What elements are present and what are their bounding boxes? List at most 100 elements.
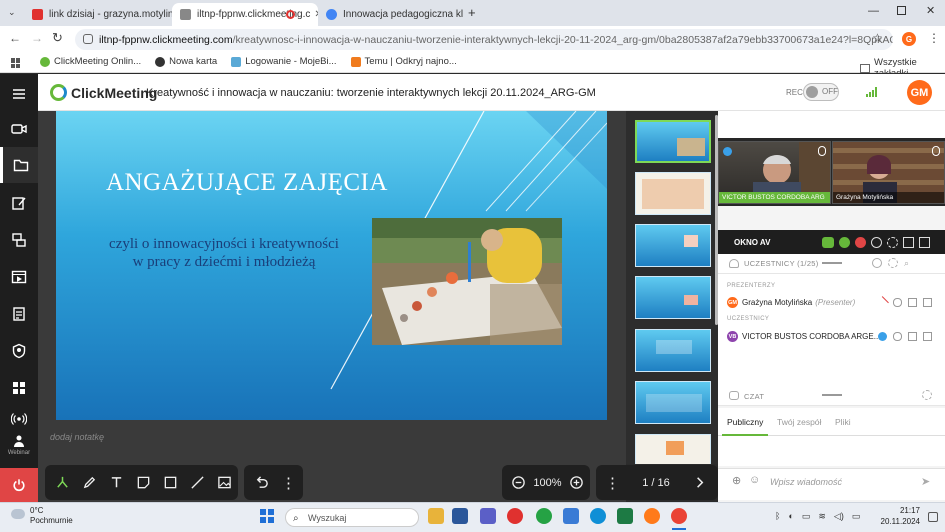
image-tool-icon[interactable] <box>211 469 238 496</box>
windows-start-icon[interactable] <box>260 509 274 523</box>
video-tile-victor[interactable]: VICTOR BUSTOS CORDOBA ARG <box>718 141 831 204</box>
new-tab-icon[interactable]: + <box>468 5 476 20</box>
settings-gear-icon[interactable] <box>887 237 898 248</box>
slide-thumbnail[interactable] <box>635 172 711 215</box>
collapse-handle[interactable] <box>822 262 842 264</box>
profile-avatar[interactable]: G <box>902 32 916 46</box>
teams-icon[interactable] <box>480 508 496 524</box>
minimize-icon[interactable]: — <box>868 5 879 17</box>
edge-icon[interactable] <box>590 508 606 524</box>
chrome-icon[interactable] <box>507 508 523 524</box>
menu-icon[interactable] <box>0 76 38 112</box>
screen-icon[interactable] <box>923 332 932 341</box>
screen-share-icon[interactable] <box>0 222 38 258</box>
text-tool-icon[interactable] <box>103 469 130 496</box>
tray-printer-icon[interactable]: ▭ <box>802 511 811 522</box>
window-close-icon[interactable]: ✕ <box>926 4 935 17</box>
bookmark-temu[interactable]: Temu | Odkryj najno... <box>350 56 457 67</box>
slide-thumbnail[interactable] <box>635 381 711 424</box>
presentation-folder-icon[interactable] <box>0 147 38 183</box>
emoji-icon[interactable]: ☺ <box>749 474 760 486</box>
excel-icon[interactable] <box>617 508 633 524</box>
taskbar-clock[interactable]: 21:17 20.11.2024 <box>880 505 920 527</box>
apps-grid-icon[interactable] <box>11 58 21 68</box>
participant-row-presenter[interactable]: GM Grażyna Motylińska (Presenter) <box>727 297 855 308</box>
slides-menu-icon[interactable]: ⋮ <box>599 469 626 496</box>
bookmark-clickmeeting[interactable]: ClickMeeting Onlin... <box>40 56 141 67</box>
word-icon[interactable] <box>452 508 468 524</box>
chat-collapse-handle[interactable] <box>822 394 842 396</box>
browser-tab-2[interactable]: iltnp-fppnw.clickmeeting.c ✕ <box>172 3 318 26</box>
site-info-icon[interactable] <box>83 34 93 44</box>
tray-antivirus-icon[interactable]: ◐ <box>788 511 793 522</box>
webinar-icon[interactable] <box>0 430 38 452</box>
tray-bluetooth-icon[interactable]: ᛒ <box>775 511 780 522</box>
tray-volume-icon[interactable]: ◁) <box>834 511 844 522</box>
people-icon[interactable] <box>855 237 866 248</box>
screen-icon[interactable] <box>923 298 932 307</box>
file-explorer-icon[interactable] <box>428 508 444 524</box>
rectangle-tool-icon[interactable] <box>157 469 184 496</box>
sticky-note-icon[interactable] <box>130 469 157 496</box>
broadcast-icon[interactable] <box>0 406 38 432</box>
recording-toggle[interactable]: OFF <box>803 83 839 101</box>
participant-row-attendee[interactable]: VB VICTOR BUSTOS CORDOBA ARGE... <box>727 331 880 342</box>
zoom-in-icon[interactable] <box>563 469 590 496</box>
slide-thumbnail[interactable] <box>635 434 711 464</box>
camera-icon[interactable] <box>908 332 917 341</box>
video-tile-grazyna[interactable]: Grażyna Motylińska <box>832 141 945 204</box>
bookmark-mojebi[interactable]: Logowanie - MojeBi... <box>231 56 337 67</box>
photos-icon[interactable] <box>563 508 579 524</box>
zoom-out-icon[interactable] <box>505 469 532 496</box>
tab-files[interactable]: Pliki <box>835 417 851 427</box>
tab-public[interactable]: Publiczny <box>727 417 763 427</box>
camera-icon[interactable] <box>908 298 917 307</box>
chrome-active-icon[interactable] <box>671 508 687 524</box>
add-attachment-icon[interactable]: ⊕ <box>732 474 741 487</box>
popout-icon[interactable] <box>919 237 930 248</box>
next-slide-icon[interactable] <box>686 469 713 496</box>
chat-message-input[interactable]: Wpisz wiadomość <box>770 477 842 487</box>
browser-menu-icon[interactable]: ⋮ <box>928 31 940 45</box>
user-avatar[interactable]: GM <box>907 80 932 105</box>
maximize-icon[interactable] <box>897 6 906 15</box>
layout-grid-icon[interactable] <box>903 237 914 248</box>
participants-search-icon[interactable]: ⌕ <box>904 258 914 268</box>
taskbar-search[interactable]: ⌕ Wyszukaj <box>285 508 419 527</box>
camera-on-icon[interactable] <box>822 237 834 248</box>
tab-list-chevron-icon[interactable]: ⌄ <box>8 7 16 18</box>
tab-team[interactable]: Twój zespół <box>777 417 821 427</box>
url-field[interactable]: iltnp-fppnw.clickmeeting.com/kreatywnosc… <box>75 29 893 50</box>
undo-icon[interactable] <box>248 469 275 496</box>
mic-off-icon[interactable] <box>876 296 889 309</box>
firefox-icon[interactable] <box>644 508 660 524</box>
more-options-icon[interactable]: ⋮ <box>275 469 302 496</box>
bookmark-new-tab[interactable]: Nowa karta <box>155 56 217 67</box>
add-participant-icon[interactable] <box>872 258 882 268</box>
pointer-tool-icon[interactable] <box>49 469 76 496</box>
notes-placeholder[interactable]: dodaj notatkę <box>50 432 104 442</box>
chat-settings-icon[interactable] <box>922 390 932 400</box>
weather-widget[interactable]: 0°C Pochmurnie <box>30 506 73 526</box>
whatsapp-icon[interactable] <box>536 508 552 524</box>
notifications-icon[interactable] <box>928 512 938 522</box>
apps-icon[interactable] <box>0 370 38 406</box>
browser-tab-3[interactable]: Innowacja pedagogiczna kl 4-8 ✕ <box>318 3 463 26</box>
slide-thumbnail[interactable] <box>635 120 711 163</box>
slide-thumbnail[interactable] <box>635 224 711 267</box>
poll-icon[interactable] <box>0 296 38 332</box>
close-icon[interactable]: ✕ <box>310 9 318 20</box>
back-icon[interactable]: ← <box>9 31 21 45</box>
chat-bubble-icon[interactable] <box>871 237 882 248</box>
send-icon[interactable]: ➤ <box>921 475 930 488</box>
forward-icon[interactable]: → <box>31 31 43 45</box>
leave-power-button[interactable] <box>0 468 38 502</box>
mic-on-icon[interactable] <box>839 237 850 248</box>
tray-wifi-icon[interactable]: ≋ <box>818 511 826 522</box>
slide-thumbnail[interactable] <box>635 329 711 372</box>
pen-tool-icon[interactable] <box>76 469 103 496</box>
bookmark-star-icon[interactable]: ☆ <box>872 31 883 45</box>
slide-thumbnail[interactable] <box>635 276 711 319</box>
reload-icon[interactable]: ↻ <box>52 30 63 46</box>
tray-battery-icon[interactable]: ▭ <box>852 511 861 522</box>
